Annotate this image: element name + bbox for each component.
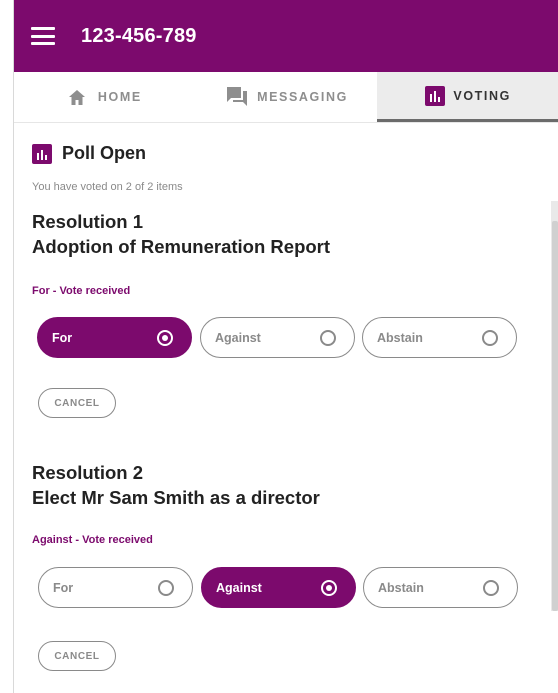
meeting-id-title: 123-456-789 [81,24,197,47]
option-label: Abstain [378,580,424,595]
resolution-1-against-option[interactable]: Against [200,317,355,358]
radio-empty-icon [320,330,336,346]
resolution-2-for-option[interactable]: For [38,567,193,608]
voted-summary: You have voted on 2 of 2 items [32,181,183,193]
resolution-2-abstain-option[interactable]: Abstain [363,567,518,608]
option-label: Against [216,580,262,595]
tab-voting[interactable]: VOTING [377,72,558,122]
resolution-2-name: Elect Mr Sam Smith as a director [32,487,320,508]
option-label: Against [215,330,261,345]
option-label: Abstain [377,330,423,345]
resolution-1-title: Resolution 1 Adoption of Remuneration Re… [32,209,330,259]
chat-icon [227,87,248,106]
tab-home[interactable]: HOME [14,72,196,122]
radio-selected-icon [157,330,173,346]
poll-icon [32,143,52,164]
tab-voting-label: VOTING [453,88,511,103]
poll-title: Poll Open [62,143,147,163]
radio-empty-icon [158,580,174,596]
resolution-2-against-option[interactable]: Against [201,567,356,608]
option-label: For [53,580,74,595]
resolution-2-number: Resolution 2 [32,462,144,483]
radio-empty-icon [482,330,498,346]
radio-empty-icon [483,580,499,596]
home-icon [68,89,85,105]
resolution-1-status: For - Vote received [32,285,131,297]
option-label: For [52,330,73,345]
app-frame: 123-456-789 HOME MESSAGING VOTING Poll O… [13,0,558,693]
hamburger-icon[interactable] [31,27,55,45]
resolution-1-abstain-option[interactable]: Abstain [362,317,517,358]
tab-messaging-label: MESSAGING [257,90,348,104]
poll-icon [425,85,446,106]
poll-header: Poll Open [32,143,146,164]
scrollbar-thumb[interactable] [552,221,558,611]
tab-messaging[interactable]: MESSAGING [196,72,378,122]
resolution-2-title: Resolution 2 Elect Mr Sam Smith as a dir… [32,460,320,510]
resolution-2-cancel-button[interactable]: CANCEL [38,641,116,671]
resolution-1-name: Adoption of Remuneration Report [32,236,331,257]
top-bar: 123-456-789 [14,0,558,72]
voting-content: Poll Open You have voted on 2 of 2 items… [14,123,558,693]
radio-selected-icon [321,580,337,596]
tab-bar: HOME MESSAGING VOTING [14,72,558,123]
tab-home-label: HOME [97,90,142,104]
resolution-1-number: Resolution 1 [32,211,144,232]
resolution-1-for-option[interactable]: For [37,317,192,358]
resolution-1-cancel-button[interactable]: CANCEL [38,388,116,418]
resolution-2-status: Against - Vote received [32,534,153,546]
